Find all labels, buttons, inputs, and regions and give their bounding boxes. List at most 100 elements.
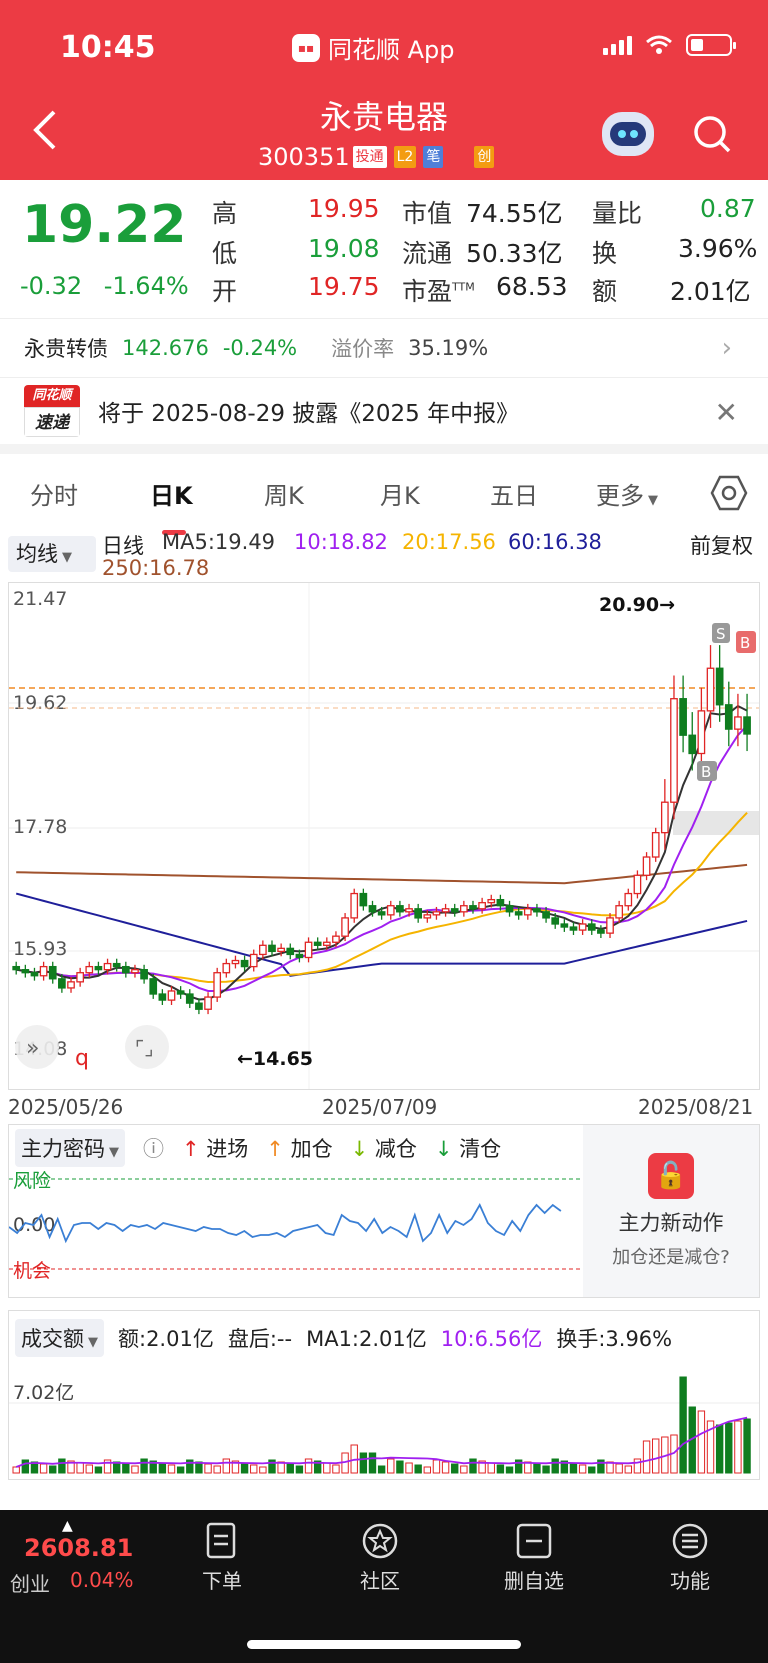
- low-value: 19.08: [308, 234, 380, 263]
- caret-down-icon: ▼: [88, 1335, 98, 1350]
- volume-bar: [441, 1461, 450, 1474]
- stock-code-row: 300351 投通 L2 笔 创: [258, 143, 495, 171]
- volume-bar: [295, 1465, 304, 1474]
- ma20-value: 20:17.56: [402, 530, 496, 554]
- volume-bar: [387, 1458, 395, 1474]
- volume-bar: [85, 1464, 93, 1474]
- candle-body: [259, 944, 267, 956]
- header-bar: 10:45 ▪▪ 同花顺 App 永贵电器 300351 投通 L2 笔 创: [0, 0, 768, 180]
- volume-bar: [58, 1458, 66, 1474]
- volume-bar: [140, 1458, 148, 1474]
- candle-body: [724, 704, 733, 730]
- nav-remove-watchlist-label: 删自选: [504, 1569, 564, 1593]
- volume-bar: [131, 1465, 139, 1474]
- volume-bar: [222, 1458, 231, 1474]
- marker-b-bottom-text: B: [701, 763, 711, 781]
- candle-body: [185, 993, 194, 1004]
- date-mid: 2025/07/09: [322, 1095, 438, 1119]
- volume-bar: [167, 1464, 176, 1474]
- notice-banner[interactable]: 同花顺 速递 将于 2025-08-29 披露《2025 年中报》 ✕: [0, 378, 768, 454]
- volume-bar: [633, 1458, 642, 1474]
- tag-l2[interactable]: L2: [393, 146, 417, 168]
- date-start: 2025/05/26: [8, 1095, 124, 1119]
- convertible-bond-row[interactable]: 永贵转债 142.676 -0.24% 溢价率 35.19% ›: [0, 318, 768, 378]
- candle-body: [450, 908, 459, 913]
- promo-card[interactable]: 🔓 主力新动作 加仓还是减仓?: [583, 1125, 759, 1297]
- last-price: 19.22: [22, 195, 187, 255]
- tag-bi[interactable]: 笔: [423, 146, 444, 168]
- candle-body: [204, 996, 212, 1010]
- volume-ma1: MA1:2.01亿: [306, 1327, 427, 1351]
- candles: [12, 645, 751, 1015]
- ma-selector[interactable]: 均线 ▼: [8, 536, 96, 572]
- menu-icon: [672, 1523, 708, 1559]
- volume-svg: 7.02亿: [9, 1376, 759, 1474]
- nav-functions[interactable]: 功能: [630, 1522, 750, 1594]
- candle-body: [167, 990, 176, 1001]
- legend-enter: ↑ 进场: [182, 1137, 249, 1161]
- candle-body: [149, 978, 158, 995]
- kline-chart[interactable]: 21.47 19.62 17.78 15.93 14.08 20.90→ ←14…: [8, 582, 760, 1090]
- candle-body: [48, 965, 57, 980]
- tag-tongtong[interactable]: 投通: [352, 146, 387, 168]
- candle-body: [249, 953, 258, 968]
- indicator-selector[interactable]: 主力密码 ▼: [15, 1129, 125, 1167]
- tab-daily[interactable]: 日K: [150, 476, 193, 535]
- open-label: 开: [212, 277, 238, 306]
- volume-bar: [213, 1465, 221, 1474]
- tab-intraday[interactable]: 分时: [30, 476, 78, 511]
- legend-add: ↑ 加仓: [266, 1137, 333, 1161]
- notice-logo: 同花顺 速递: [24, 385, 80, 437]
- status-app-name: 同花顺 App: [328, 36, 455, 64]
- candle-body: [368, 905, 377, 913]
- float-value: 50.33亿: [466, 239, 563, 268]
- volume-bar: [176, 1466, 185, 1474]
- candle-body: [304, 941, 313, 959]
- volume-bar: [432, 1459, 441, 1474]
- tab-weekly[interactable]: 周K: [264, 476, 304, 511]
- search-icon[interactable]: [692, 114, 732, 154]
- tab-monthly[interactable]: 月K: [380, 476, 420, 511]
- y-label-1: 21.47: [13, 588, 67, 610]
- notice-text: 将于 2025-08-29 披露《2025 年中报》: [98, 401, 520, 427]
- help-icon[interactable]: ⓘ: [143, 1133, 164, 1163]
- adjust-mode[interactable]: 前复权: [690, 530, 753, 560]
- candle-body: [332, 935, 340, 943]
- volume-bar: [542, 1465, 550, 1474]
- index-value[interactable]: 2608.81: [24, 1534, 133, 1562]
- expand-left-button[interactable]: »: [15, 1025, 59, 1069]
- volume-bar: [624, 1465, 632, 1474]
- close-icon[interactable]: ✕: [715, 396, 738, 429]
- order-icon: [206, 1522, 236, 1559]
- fullscreen-icon: ⌜⌟: [135, 1036, 154, 1060]
- candle-body: [85, 965, 94, 974]
- chevron-right-icon: ›: [721, 333, 732, 363]
- tab-more[interactable]: 更多 ▼: [596, 476, 658, 511]
- index-change: 0.04%: [70, 1568, 134, 1592]
- volume-selector[interactable]: 成交额 ▼: [15, 1319, 104, 1357]
- nav-community-label: 社区: [360, 1569, 400, 1593]
- candle-body: [240, 959, 249, 968]
- candle-body: [633, 874, 642, 895]
- pe-sup: TTM: [452, 280, 475, 294]
- fullscreen-button[interactable]: ⌜⌟: [125, 1025, 169, 1069]
- ma-lines: [15, 704, 748, 1001]
- volume-bar: [743, 1418, 751, 1474]
- bottom-nav: ▲ 2608.81 创业 0.04% 下单 社区 删自选 功能: [0, 1510, 768, 1663]
- volume-bar: [359, 1452, 368, 1474]
- assistant-robot-icon[interactable]: [602, 112, 654, 156]
- tag-chuang[interactable]: 创: [474, 146, 495, 168]
- volume-bar: [39, 1463, 48, 1474]
- ma-selector-label: 均线: [16, 542, 58, 566]
- settings-hexagon-icon[interactable]: [710, 474, 748, 512]
- nav-remove-watchlist[interactable]: 删自选: [474, 1522, 594, 1594]
- candle-body: [286, 947, 295, 956]
- candle-body: [112, 962, 121, 968]
- tab-more-label: 更多: [596, 482, 644, 510]
- candle-body: [94, 965, 103, 971]
- y-label-2: 19.62: [13, 692, 67, 714]
- nav-order[interactable]: 下单: [162, 1522, 282, 1594]
- pe-label: 市盈TTM: [402, 272, 475, 308]
- tab-five-day[interactable]: 五日: [490, 476, 538, 511]
- nav-community[interactable]: 社区: [320, 1522, 440, 1594]
